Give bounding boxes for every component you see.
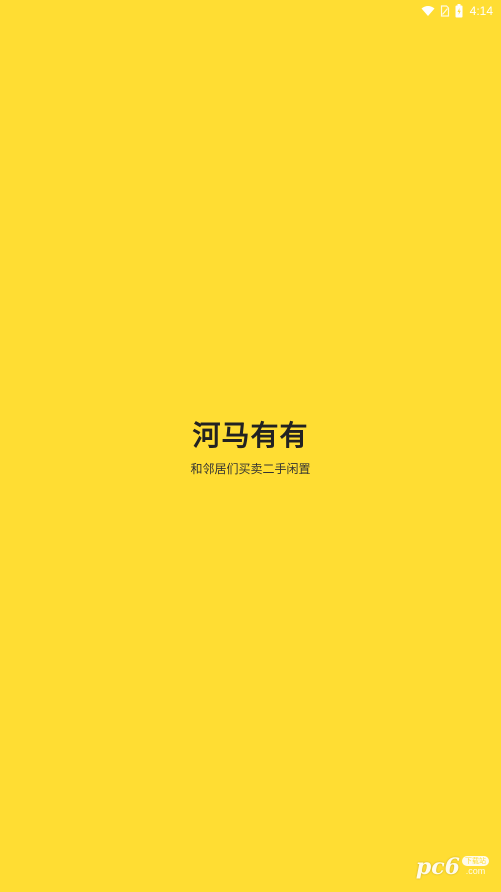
status-bar: 4:14	[0, 0, 501, 22]
watermark: pc6 下载站 .com	[416, 856, 489, 878]
no-sim-icon	[440, 5, 450, 17]
watermark-logo: pc6	[415, 854, 460, 880]
wifi-icon	[421, 5, 435, 17]
app-slogan: 和邻居们买卖二手闲置	[190, 462, 311, 476]
watermark-domain: .com	[465, 866, 486, 876]
status-time: 4:14	[469, 4, 493, 18]
app-title: 河马有有	[192, 419, 309, 452]
watermark-side: 下载站 .com	[462, 856, 489, 877]
battery-icon	[455, 4, 463, 18]
watermark-badge: 下载站	[462, 856, 489, 866]
